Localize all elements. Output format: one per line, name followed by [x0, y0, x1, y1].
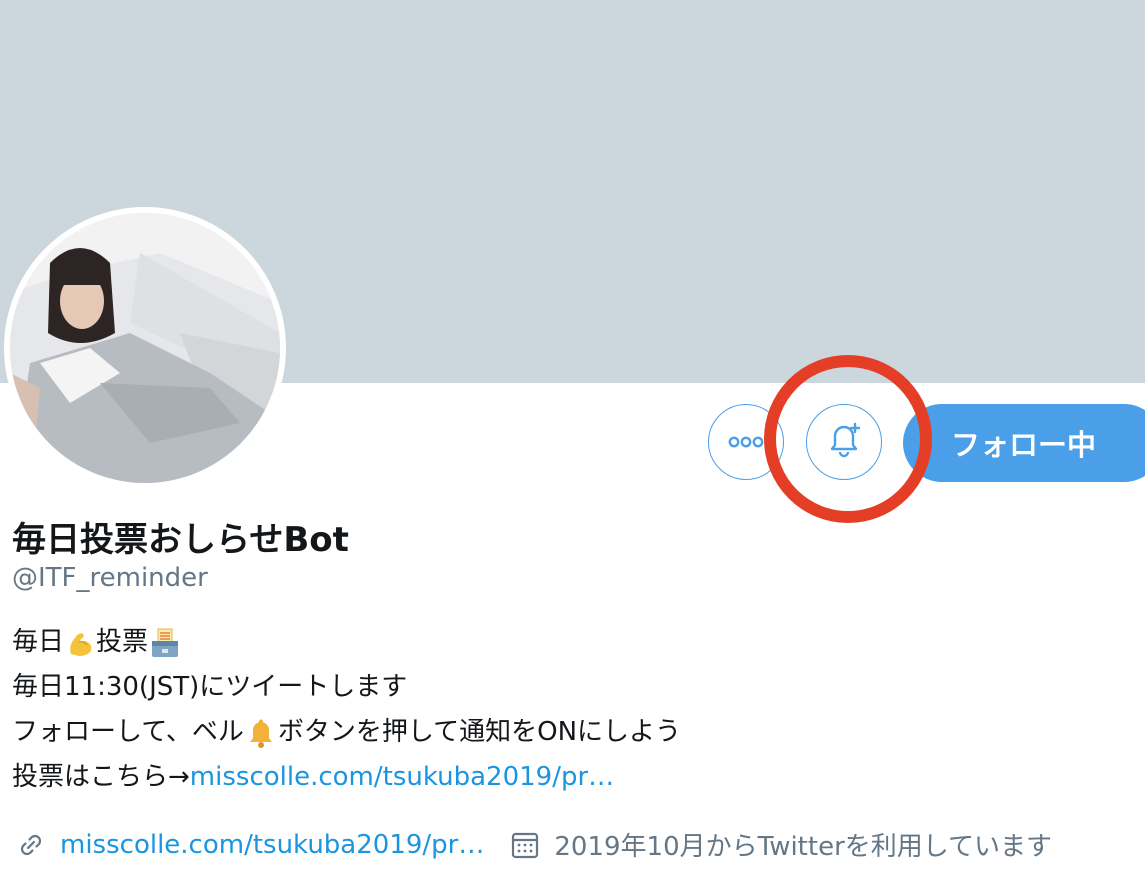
calendar-icon [510, 830, 540, 860]
following-button-label: フォロー中 [951, 428, 1097, 462]
bio-link[interactable]: misscolle.com/tsukuba2019/pr… [190, 755, 614, 800]
bell-plus-icon [824, 420, 864, 464]
bio-text: 毎日11:30(JST)にツイートします [12, 672, 408, 702]
display-name: 毎日投票おしらせBot [12, 520, 349, 560]
bio-line-1: 毎日 投票 [12, 620, 681, 665]
bio-line-4: 投票はこちら→ misscolle.com/tsukuba2019/pr… [12, 755, 681, 800]
bio-line-3: フォローして、ベル ボタンを押して通知をONにしよう [12, 710, 681, 755]
notification-bell-button[interactable] [806, 404, 882, 480]
following-button[interactable]: フォロー中 [903, 404, 1145, 482]
profile-meta: misscolle.com/tsukuba2019/pr… 2019年10月から… [16, 826, 1052, 863]
username: @ITF_reminder [12, 563, 208, 593]
bio-text: 毎日 [12, 627, 65, 657]
avatar[interactable] [4, 207, 286, 489]
bio-text: 投票はこちら→ [12, 762, 190, 792]
bio-line-2: 毎日11:30(JST)にツイートします [12, 665, 681, 710]
bell-emoji [245, 717, 277, 749]
avatar-photo [10, 213, 280, 483]
website-link[interactable]: misscolle.com/tsukuba2019/pr… [60, 830, 484, 860]
bio-text: フォローして、ベル [12, 717, 244, 747]
bio-text: ボタンを押して通知をONにしよう [277, 717, 682, 747]
profile-bio: 毎日 投票 毎日11:30(JST)にツイートします フォローして、ベル ボタン… [12, 620, 681, 800]
bio-text: 投票 [96, 627, 149, 657]
flexed-biceps-emoji [65, 628, 95, 658]
join-date: 2019年10月からTwitterを利用しています [554, 832, 1052, 862]
more-button[interactable] [708, 404, 784, 480]
link-icon [16, 830, 46, 860]
more-dots-icon [728, 433, 764, 452]
ballot-box-emoji [149, 627, 181, 659]
